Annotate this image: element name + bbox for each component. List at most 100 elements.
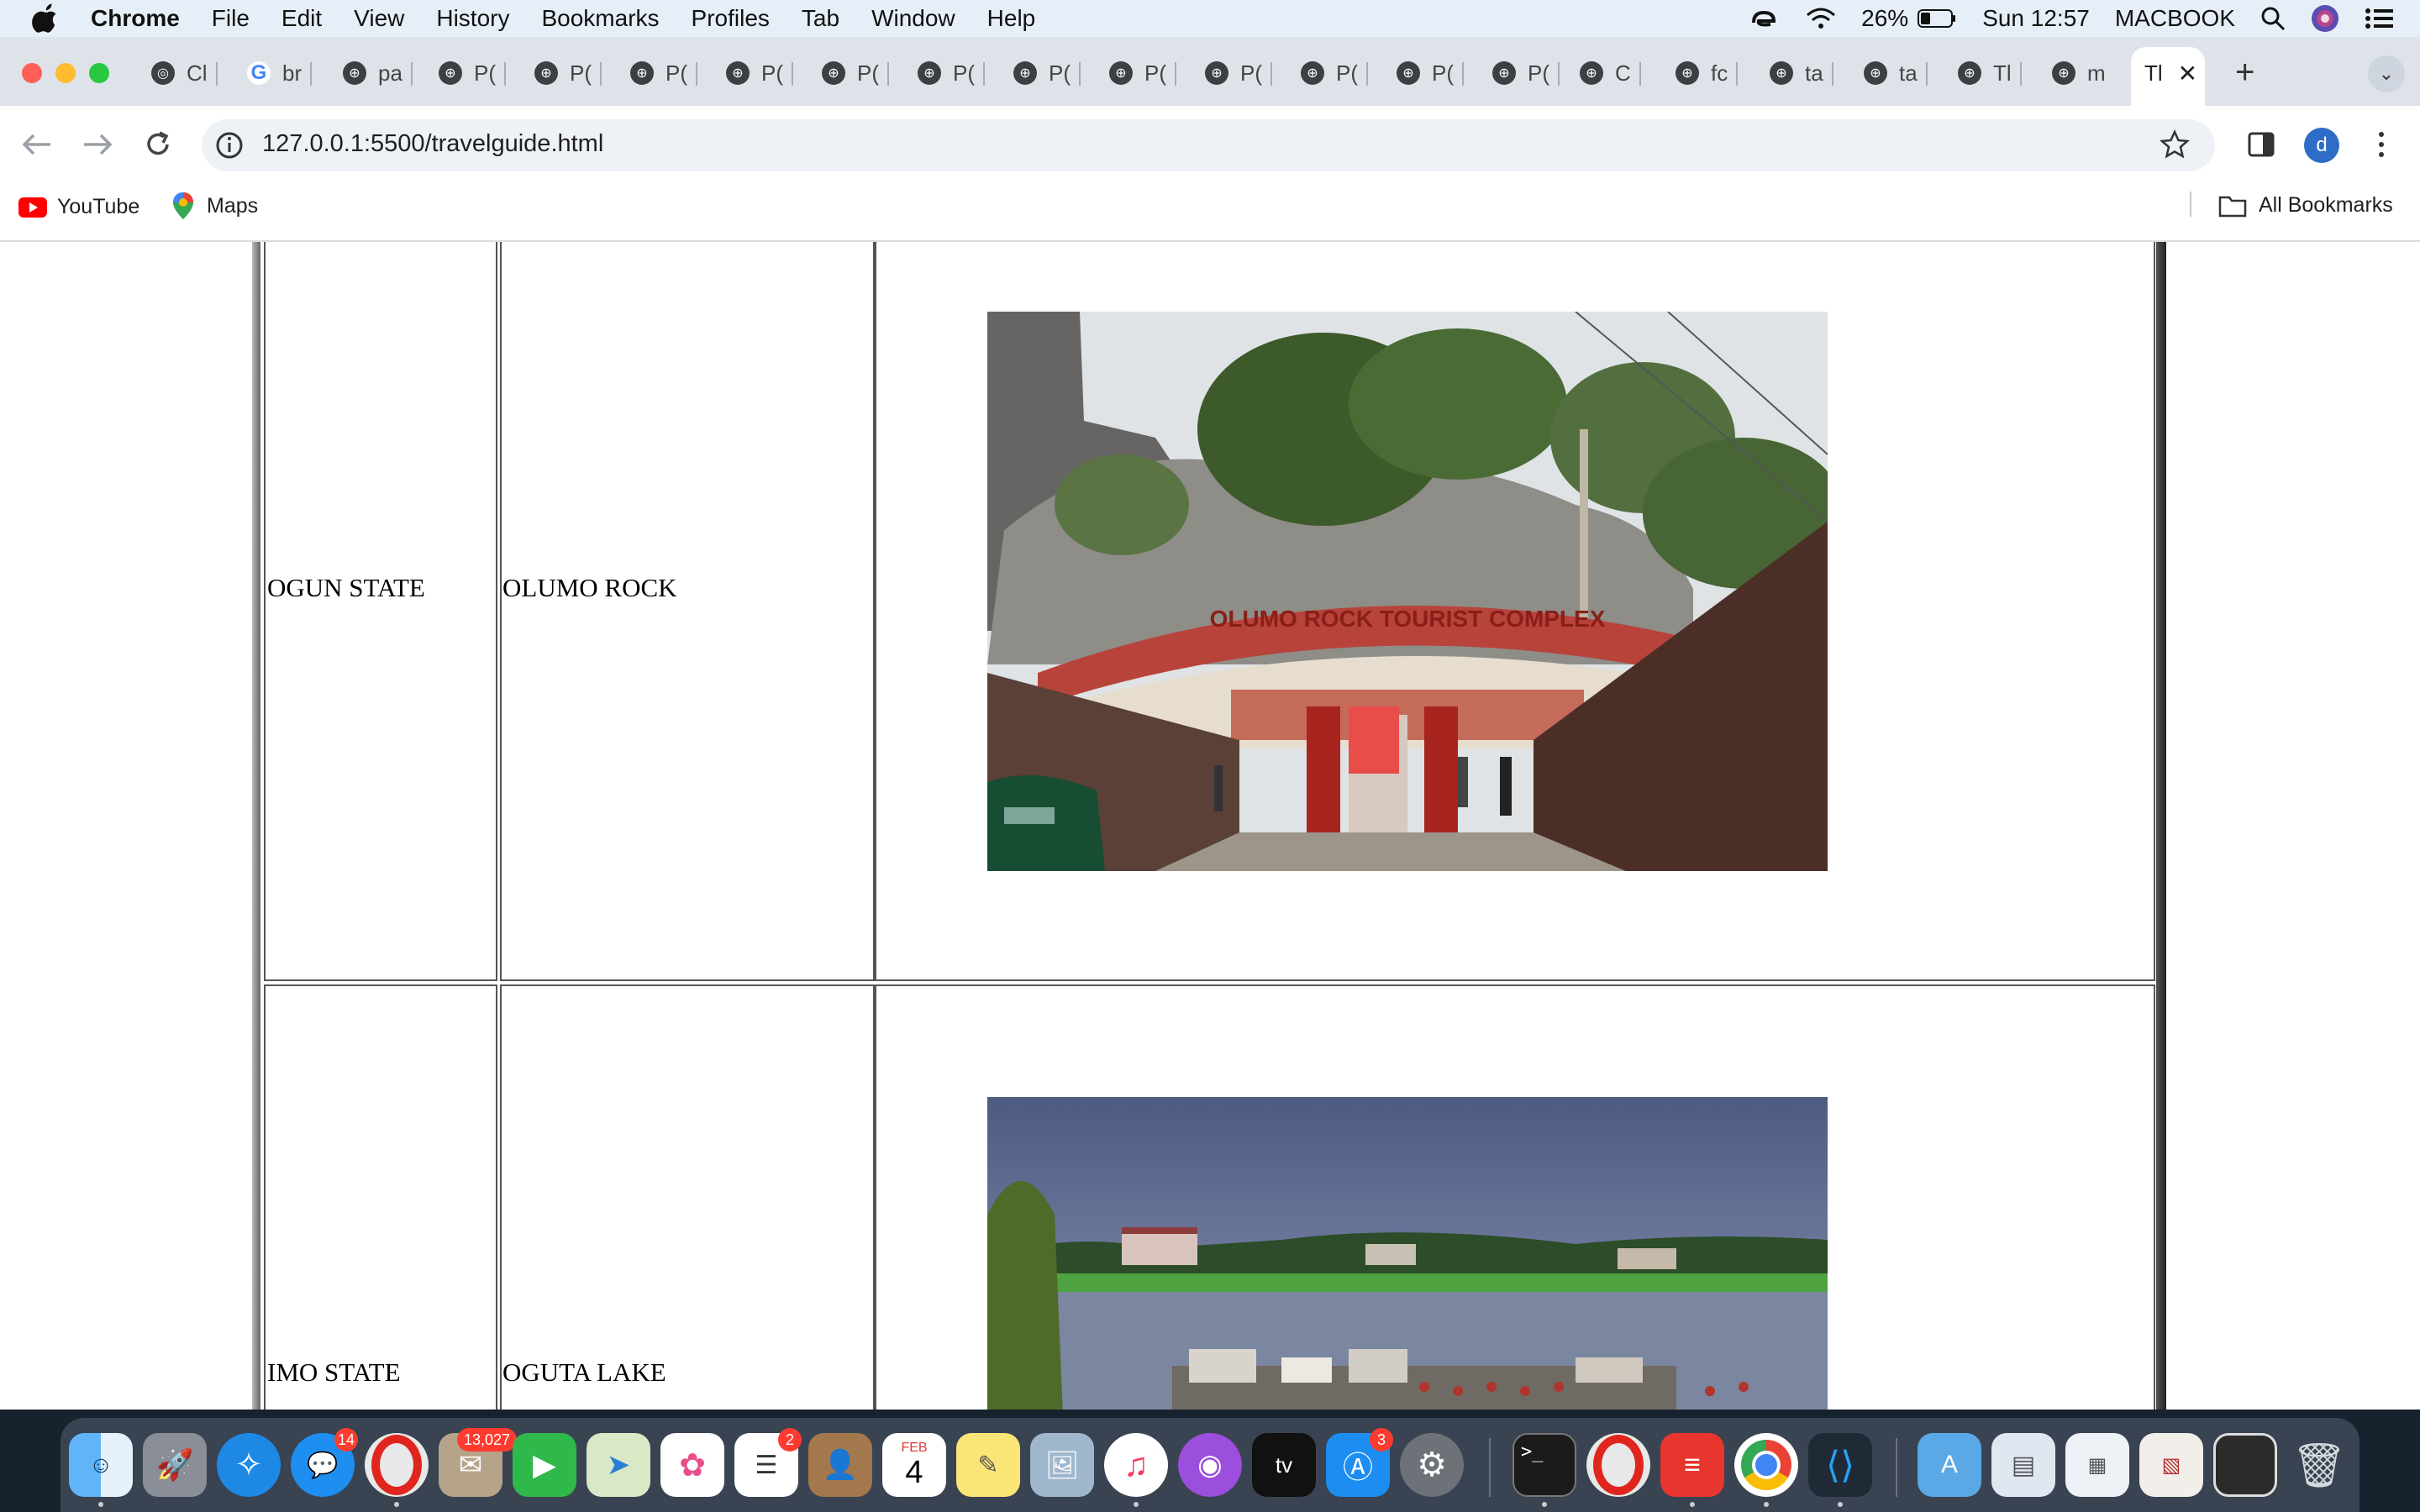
opera-icon[interactable] bbox=[1586, 1433, 1650, 1497]
tab-15[interactable]: ⊕ C bbox=[1580, 52, 1641, 94]
music-note-icon[interactable]: ♫ bbox=[1104, 1433, 1168, 1497]
tab-11[interactable]: ⊕ P( bbox=[1205, 52, 1272, 94]
tab-active[interactable]: Tl ✕ bbox=[2144, 52, 2197, 94]
back-arrow-icon[interactable] bbox=[20, 131, 54, 158]
apple-tv-icon[interactable]: tv bbox=[1252, 1433, 1316, 1497]
more-menu-icon[interactable] bbox=[2375, 129, 2388, 160]
tab-9[interactable]: ⊕ P( bbox=[1013, 52, 1081, 94]
safari-compass-icon[interactable]: ✧ bbox=[217, 1433, 281, 1497]
menu-bookmarks[interactable]: Bookmarks bbox=[541, 5, 659, 32]
bookmark-star-icon[interactable] bbox=[2160, 129, 2190, 160]
site-info-icon[interactable] bbox=[215, 131, 244, 160]
forward-arrow-icon[interactable] bbox=[81, 131, 114, 158]
menubar-clock[interactable]: Sun 12:57 bbox=[1982, 5, 2090, 32]
tab-14[interactable]: ⊕ P( bbox=[1492, 52, 1560, 94]
youtube-icon bbox=[18, 197, 47, 218]
close-window-button[interactable] bbox=[22, 63, 42, 83]
menubar-username[interactable]: MACBOOK bbox=[2115, 5, 2235, 32]
siri-icon[interactable] bbox=[2311, 4, 2339, 33]
tab-16[interactable]: ⊕ fc bbox=[1676, 52, 1739, 94]
tab-5[interactable]: ⊕ P( bbox=[630, 52, 697, 94]
address-bar-url[interactable]: 127.0.0.1:5500/travelguide.html bbox=[262, 130, 603, 158]
tab-20[interactable]: ⊕ m bbox=[2052, 52, 2106, 94]
contacts-icon[interactable]: 👤 bbox=[808, 1433, 872, 1497]
battery-icon[interactable] bbox=[1917, 8, 1957, 29]
calendar-month: FEB bbox=[901, 1441, 928, 1455]
wifi-icon[interactable] bbox=[1806, 7, 1836, 30]
close-tab-icon[interactable]: ✕ bbox=[2178, 60, 2197, 87]
tv-label: tv bbox=[1275, 1452, 1293, 1478]
table-cell-state bbox=[264, 984, 497, 1410]
menu-edit[interactable]: Edit bbox=[281, 5, 322, 32]
menu-profiles[interactable]: Profiles bbox=[692, 5, 770, 32]
chrome-icon[interactable] bbox=[1734, 1433, 1798, 1497]
running-indicator bbox=[1134, 1502, 1139, 1507]
vscode-icon[interactable]: ⟨⟩ bbox=[1808, 1433, 1872, 1497]
profile-avatar[interactable]: d bbox=[2304, 128, 2339, 163]
menu-window[interactable]: Window bbox=[871, 5, 955, 32]
tab-19[interactable]: ⊕ Tl bbox=[1958, 52, 2022, 94]
facetime-icon[interactable]: ▶ bbox=[513, 1433, 576, 1497]
tab-3[interactable]: ⊕ P( bbox=[439, 52, 506, 94]
new-tab-plus-icon[interactable]: + bbox=[2235, 52, 2254, 92]
tab-0[interactable]: ◎ Cl bbox=[151, 52, 218, 94]
bookmark-label: YouTube bbox=[57, 195, 140, 218]
downloads-stack-icon[interactable]: ▦ bbox=[2065, 1433, 2129, 1497]
finder-icon[interactable]: ☺ bbox=[69, 1433, 133, 1497]
globe-icon: ⊕ bbox=[2052, 61, 2075, 85]
reload-icon[interactable] bbox=[141, 128, 175, 161]
calendar-icon[interactable]: FEB 4 bbox=[882, 1433, 946, 1497]
documents-stack-icon[interactable]: ▤ bbox=[1991, 1433, 2055, 1497]
tab-1[interactable]: Gbr bbox=[247, 52, 313, 94]
olumo-sign-text: OLUMO ROCK TOURIST COMPLEX bbox=[1210, 606, 1606, 632]
spotlight-search-icon[interactable] bbox=[2260, 6, 2286, 31]
tab-6[interactable]: ⊕ P( bbox=[726, 52, 793, 94]
tab-8[interactable]: ⊕ P( bbox=[918, 52, 985, 94]
tab-search-chevron-down-icon[interactable]: ⌄ bbox=[2368, 55, 2405, 92]
globe-icon: ⊕ bbox=[630, 61, 654, 85]
tab-2[interactable]: ⊕ pa bbox=[343, 52, 413, 94]
menu-app-name[interactable]: Chrome bbox=[91, 5, 180, 32]
globe-icon: ⊕ bbox=[439, 61, 462, 85]
tab-18[interactable]: ⊕ ta bbox=[1864, 52, 1928, 94]
notes-icon[interactable]: ✎ bbox=[956, 1433, 1020, 1497]
menu-tab[interactable]: Tab bbox=[802, 5, 839, 32]
tab-13[interactable]: ⊕ P( bbox=[1397, 52, 1464, 94]
menu-file[interactable]: File bbox=[212, 5, 250, 32]
minimize-window-button[interactable] bbox=[55, 63, 76, 83]
apple-icon[interactable] bbox=[32, 3, 59, 34]
opera-icon[interactable] bbox=[365, 1433, 429, 1497]
creative-cloud-icon[interactable] bbox=[1747, 6, 1781, 31]
photos-icon[interactable]: ✿ bbox=[660, 1433, 724, 1497]
tab-10[interactable]: ⊕ P( bbox=[1109, 52, 1176, 94]
bookmark-youtube[interactable]: YouTube bbox=[18, 195, 139, 219]
applications-folder-icon[interactable]: A bbox=[1918, 1433, 1981, 1497]
control-center-icon[interactable] bbox=[2365, 7, 2395, 30]
system-settings-gear-icon[interactable]: ⚙ bbox=[1400, 1433, 1464, 1497]
launchpad-rocket-icon[interactable]: 🚀 bbox=[143, 1433, 207, 1497]
preview-icon[interactable]: 🖼 bbox=[1030, 1433, 1094, 1497]
messages-badge: 14 bbox=[334, 1428, 359, 1452]
running-indicator bbox=[1764, 1502, 1769, 1507]
screen-window-icon[interactable] bbox=[2213, 1433, 2277, 1497]
tab-4[interactable]: ⊕ P( bbox=[534, 52, 602, 94]
tab-title: P( bbox=[1432, 60, 1454, 86]
menu-history[interactable]: History bbox=[436, 5, 509, 32]
tab-title: P( bbox=[1528, 60, 1549, 86]
tab-7[interactable]: ⊕ P( bbox=[822, 52, 889, 94]
bookmark-maps[interactable]: Maps bbox=[171, 192, 258, 220]
zoom-window-button[interactable] bbox=[89, 63, 109, 83]
side-panel-icon[interactable] bbox=[2247, 131, 2275, 158]
trash-icon[interactable]: 🗑 bbox=[2287, 1433, 2351, 1497]
terminal-icon[interactable]: >_ bbox=[1512, 1433, 1576, 1497]
recent-document-icon[interactable]: ▧ bbox=[2139, 1433, 2203, 1497]
all-bookmarks-button[interactable]: All Bookmarks bbox=[2218, 193, 2393, 218]
tab-title: P( bbox=[1240, 60, 1262, 86]
expressvpn-icon[interactable]: ≡ bbox=[1660, 1433, 1724, 1497]
tab-12[interactable]: ⊕ P( bbox=[1301, 52, 1368, 94]
tab-17[interactable]: ⊕ ta bbox=[1770, 52, 1833, 94]
menu-view[interactable]: View bbox=[354, 5, 404, 32]
maps-icon[interactable]: ➤ bbox=[587, 1433, 650, 1497]
podcasts-icon[interactable]: ◉ bbox=[1178, 1433, 1242, 1497]
menu-help[interactable]: Help bbox=[987, 5, 1036, 32]
